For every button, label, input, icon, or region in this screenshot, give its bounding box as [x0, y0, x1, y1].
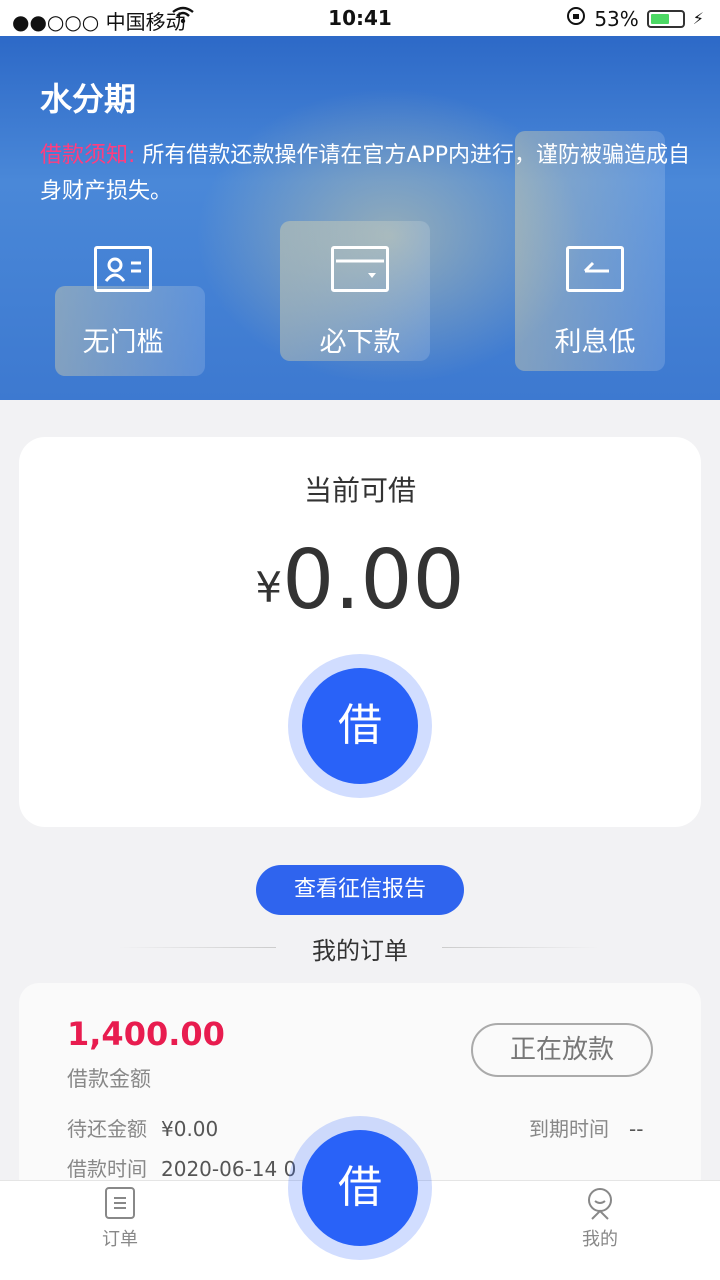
available-heading: 当前可借	[303, 474, 416, 507]
battery-icon	[646, 9, 685, 28]
currency-symbol: ¥	[255, 563, 283, 612]
available-loan-card: 当前可借 ¥0.00 借	[19, 437, 701, 827]
order-status-badge: 正在放款	[471, 1023, 653, 1077]
borrow-button-label: 借	[302, 668, 418, 784]
tab-orders[interactable]: 订单	[80, 1187, 160, 1251]
feature-label: 无门槛	[82, 327, 164, 358]
feature-low-interest: 利息低	[520, 246, 670, 359]
app-title: 水分期	[40, 80, 137, 118]
profile-icon	[585, 1187, 615, 1220]
loan-time-label: 借款时间	[67, 1157, 147, 1181]
tab-borrow-button[interactable]: 借	[288, 1116, 432, 1260]
feature-label: 必下款	[319, 327, 401, 358]
loan-time-value: 2020-06-14 0	[161, 1157, 297, 1181]
battery-percent: 53%	[594, 6, 639, 31]
tab-borrow-label: 借	[302, 1130, 418, 1246]
borrow-button[interactable]: 借	[288, 654, 432, 798]
feature-label: 利息低	[554, 327, 636, 358]
id-card-icon	[94, 246, 152, 292]
return-icon	[566, 246, 624, 292]
my-orders-heading: 我的订单	[312, 937, 408, 965]
feature-guaranteed: 必下款	[285, 246, 435, 359]
order-list-icon	[105, 1187, 135, 1219]
tab-mine[interactable]: 我的	[560, 1187, 640, 1251]
order-amount: 1,400.00	[67, 1015, 225, 1053]
loan-time-row: 借款时间 2020-06-14 0	[67, 1153, 296, 1182]
status-bar: ●●○○○ 中国移动 10:41 53% ⚡	[0, 0, 720, 36]
due-value: --	[629, 1117, 644, 1141]
charging-icon: ⚡	[692, 9, 704, 28]
available-amount: ¥0.00	[19, 533, 701, 628]
loan-notice: 借款须知: 所有借款还款操作请在官方APP内进行，谨防被骗造成自身财产损失。	[40, 138, 690, 210]
pending-label: 待还金额	[67, 1117, 147, 1141]
wallet-icon	[331, 246, 389, 292]
tab-label: 我的	[582, 1229, 618, 1250]
due-label: 到期时间	[529, 1117, 609, 1141]
view-credit-report-button[interactable]: 查看征信报告	[256, 865, 464, 915]
order-amount-label: 借款金额	[67, 1067, 151, 1091]
due-time-row: 到期时间 --	[529, 1113, 643, 1142]
amount-value: 0.00	[282, 533, 465, 628]
tab-label: 订单	[102, 1229, 138, 1250]
pending-amount-row: 待还金额 ¥0.00	[67, 1113, 218, 1142]
notice-text: 所有借款还款操作请在官方APP内进行，谨防被骗造成自身财产损失。	[40, 143, 691, 204]
feature-no-threshold: 无门槛	[48, 246, 198, 359]
notice-label: 借款须知:	[40, 143, 136, 168]
orientation-lock-icon	[566, 6, 586, 31]
pending-value: ¥0.00	[161, 1117, 219, 1141]
